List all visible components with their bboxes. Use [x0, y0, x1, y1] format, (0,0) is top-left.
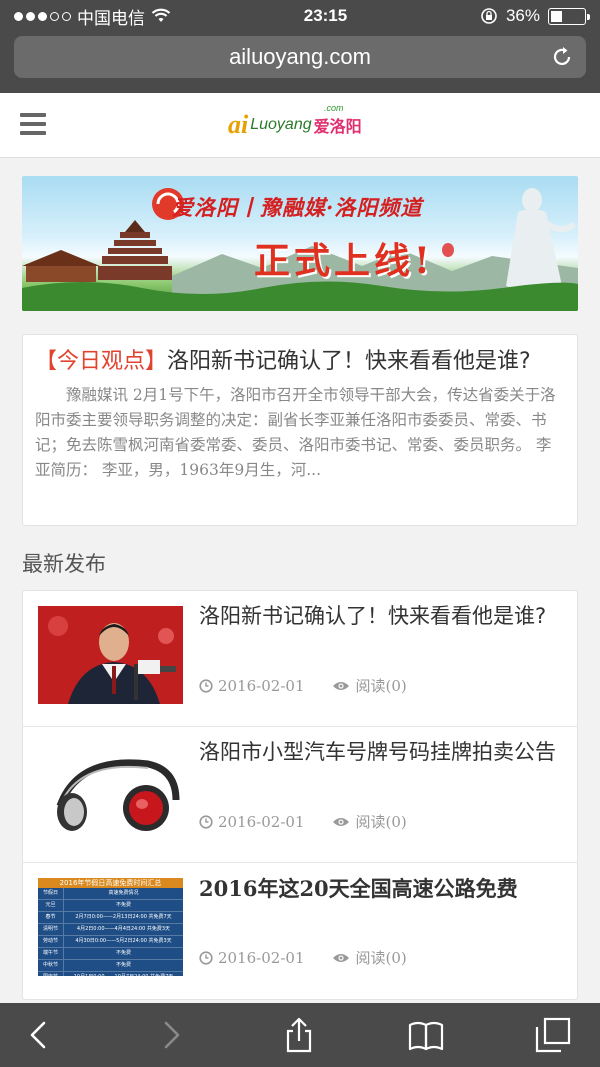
wifi-icon — [151, 8, 171, 22]
browser-bottom-toolbar — [0, 1003, 600, 1067]
news-date: 2016-02-01 — [218, 948, 305, 967]
clock-icon — [199, 814, 213, 829]
thumb-table-cell: 端午节 — [38, 948, 64, 959]
thumb-table-row: 春节 2月7日0:00——2月13日24:00 共免费7天 — [38, 912, 183, 924]
news-item[interactable]: 洛阳市小型汽车号牌号码挂牌拍卖公告 2016-02-01 阅读(0) — [23, 727, 577, 863]
tabs-icon[interactable] — [535, 1017, 571, 1053]
battery-icon — [547, 7, 590, 25]
thumb-table-cell: 2月7日0:00——2月13日24:00 共免费7天 — [75, 914, 172, 920]
news-title[interactable]: 洛阳市小型汽车号牌号码挂牌拍卖公告 — [199, 739, 564, 766]
news-meta: 2016-02-01 阅读(0) — [199, 675, 407, 696]
site-logo[interactable]: ai Luoyang 爱洛阳 .com — [228, 103, 378, 143]
thumb-table-row: 中秋节 不免费 — [38, 960, 183, 972]
reload-icon[interactable] — [550, 45, 574, 69]
news-item[interactable]: 洛阳新书记确认了！快来看看他是谁? 2016-02-01 阅读(0) — [23, 591, 577, 727]
thumb-table-cell: 中秋节 — [38, 960, 64, 971]
news-thumbnail[interactable] — [38, 742, 183, 840]
thumb-table-cell: 不免费 — [115, 962, 131, 968]
thumb-table-header-row: 节假日 高速免费情况 — [38, 888, 183, 900]
thumb-table-row: 劳动节 4月30日0:00——5月2日24:00 共免费3天 — [38, 936, 183, 948]
eye-icon — [333, 681, 350, 690]
url-text: ailuoyang.com — [229, 44, 371, 69]
status-time: 23:15 — [303, 6, 348, 25]
promo-banner[interactable]: 爱洛阳丨豫融媒·洛阳频道 正式上线! — [22, 176, 578, 311]
news-meta: 2016-02-01 阅读(0) — [199, 811, 407, 832]
news-list: 洛阳新书记确认了！快来看看他是谁? 2016-02-01 阅读(0) 洛阳市小型… — [22, 590, 578, 1000]
eye-icon — [333, 817, 350, 826]
news-thumbnail[interactable]: 2016年节假日高速免费时间汇总 节假日 高速免费情况 元旦 不免费 春节 2月7日0:0… — [38, 878, 183, 976]
news-reads: 阅读(0) — [355, 949, 407, 967]
thumb-table-row: 元旦 不免费 — [38, 900, 183, 912]
news-item[interactable]: 2016年节假日高速免费时间汇总 节假日 高速免费情况 元旦 不免费 春节 2月7日0:0… — [23, 863, 577, 999]
thumb-table-cell: 元旦 — [38, 900, 64, 911]
thumb-table-cell: 不免费 — [115, 902, 131, 908]
back-icon[interactable] — [22, 1017, 58, 1053]
latest-section-title: 最新发布 — [22, 552, 106, 576]
logo-ai-text: ai — [228, 110, 249, 139]
news-title[interactable]: 洛阳新书记确认了！快来看看他是谁? — [199, 603, 564, 630]
news-meta: 2016-02-01 阅读(0) — [199, 947, 407, 968]
clock-icon — [199, 678, 213, 693]
thumb-table-cell: 节假日 — [38, 888, 64, 899]
carrier-label: 中国电信 — [77, 8, 145, 28]
orientation-lock-icon — [481, 8, 497, 24]
thumb-table-cell: 国庆节 — [38, 972, 64, 976]
featured-title-text: 洛阳新书记确认了！快来看看他是谁? — [167, 349, 531, 374]
thumb-table-cell: 10月1日0:00——10月7日24:00 共免费7天 — [64, 972, 183, 976]
browser-top-chrome: 中国电信 23:15 36% ailuoyang.com — [0, 0, 600, 93]
status-bar: 中国电信 23:15 36% — [0, 0, 600, 32]
featured-summary: 豫融媒讯 2月1号下午，洛阳市召开全市领导干部大会，传达省委关于洛阳市委主要领导… — [35, 386, 556, 479]
speaker-photo — [38, 606, 183, 704]
featured-tag: 【今日观点】 — [35, 349, 168, 374]
headphones-photo — [38, 742, 183, 840]
thumb-table-cell: 春节 — [38, 912, 64, 923]
battery-percent: 36% — [505, 6, 540, 25]
news-reads: 阅读(0) — [355, 677, 407, 695]
thumb-table-row: 国庆节10月1日0:00——10月7日24:00 共免费7天 — [38, 972, 183, 976]
clock-icon — [199, 950, 213, 965]
news-date: 2016-02-01 — [218, 676, 305, 695]
logo-chinese-text: 爱洛阳 — [313, 117, 362, 136]
banner-headline: 爱洛阳丨豫融媒·洛阳频道 — [172, 195, 423, 220]
thumb-table-heading: 2016年节假日高速免费时间汇总 — [38, 878, 183, 888]
logo-luoyang-text: Luoyang — [250, 116, 312, 133]
address-bar[interactable]: ailuoyang.com — [14, 36, 586, 78]
logo-com-text: .com — [324, 103, 344, 113]
site-header: ai Luoyang 爱洛阳 .com — [0, 93, 600, 158]
signal-dots-icon — [14, 11, 71, 21]
banner-launch-text: 正式上线! — [254, 240, 434, 282]
hamburger-menu-icon[interactable] — [20, 113, 46, 135]
thumb-table-cell: 高速免费情况 — [108, 890, 139, 896]
thumb-table-cell: 不免费 — [115, 950, 131, 956]
thumb-table: 节假日 高速免费情况 元旦 不免费 春节 2月7日0:00——2月13日24:00 共免费… — [38, 888, 183, 976]
news-title[interactable]: 2016年这20天全国高速公路免费 — [199, 875, 564, 902]
thumb-table-cell: 清明节 — [38, 924, 64, 935]
battery-level-fill — [550, 10, 563, 22]
featured-title[interactable]: 【今日观点】洛阳新书记确认了！快来看看他是谁? — [35, 347, 565, 377]
news-reads: 阅读(0) — [355, 813, 407, 831]
bookmarks-icon[interactable] — [408, 1017, 444, 1053]
thumb-table-row: 清明节 4月2日0:00——4月4日24:00 共免费3天 — [38, 924, 183, 936]
featured-article-card[interactable]: 【今日观点】洛阳新书记确认了！快来看看他是谁? 豫融媒讯 2月1号下午，洛阳市召… — [22, 334, 578, 526]
thumb-table-cell: 劳动节 — [38, 936, 64, 947]
thumb-table-cell: 4月2日0:00——4月4日24:00 共免费3天 — [76, 926, 171, 932]
share-icon[interactable] — [281, 1017, 317, 1053]
thumb-table-cell: 4月30日0:00——5月2日24:00 共免费3天 — [75, 938, 172, 944]
thumb-table-row: 端午节 不免费 — [38, 948, 183, 960]
eye-icon — [333, 953, 350, 962]
forward-icon[interactable] — [152, 1017, 188, 1053]
news-date: 2016-02-01 — [218, 812, 305, 831]
news-thumbnail[interactable] — [38, 606, 183, 704]
